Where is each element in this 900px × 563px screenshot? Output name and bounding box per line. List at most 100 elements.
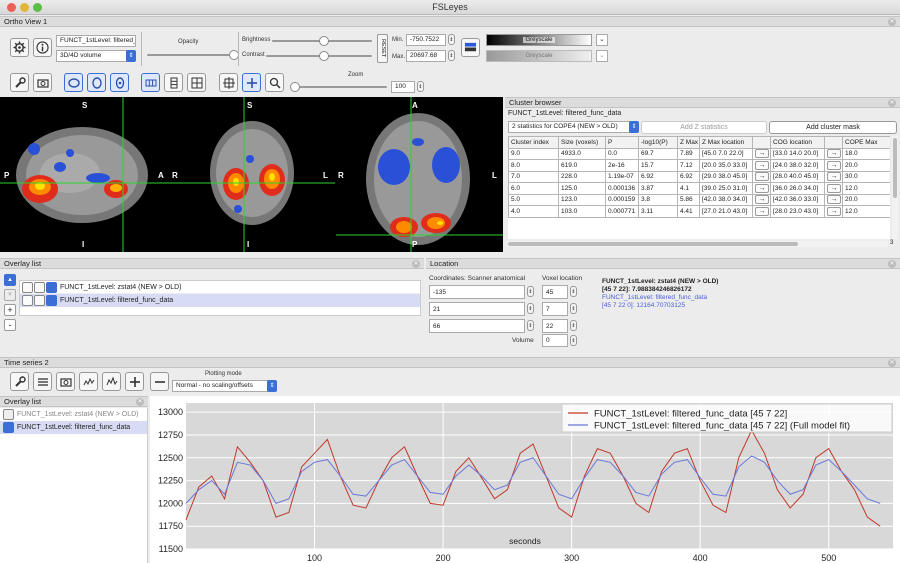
cluster-row[interactable]: 8.0 619.0 2e-16 15.7 7.12 [20.0 35.0 33.0] → [2… (508, 159, 890, 172)
zoom-slider[interactable] (295, 86, 387, 88)
cluster-col-header[interactable] (752, 136, 771, 149)
coronal-view[interactable] (170, 97, 335, 252)
cluster-row[interactable]: 7.0 228.0 1.19e-07 6.92 6.92 [29.0 38.0 45.0]… (508, 170, 890, 183)
close-window-button[interactable] (7, 3, 16, 12)
arrow-right-icon[interactable]: → (827, 183, 841, 193)
arrow-right-icon[interactable]: → (827, 195, 841, 205)
minimize-window-button[interactable] (20, 3, 29, 12)
arrow-right-icon[interactable]: → (755, 149, 769, 159)
cluster-row[interactable]: 4.0 103.0 0.000771 3.11 4.41 [27.0 21.0 43.0]… (508, 205, 890, 218)
goto-cog-cell[interactable]: → (824, 193, 843, 206)
cluster-col-header[interactable] (824, 136, 843, 149)
voxel-y-stepper[interactable]: ⇕ (570, 303, 577, 314)
volume-stepper[interactable]: ⇕ (570, 335, 577, 346)
coord-x-stepper[interactable]: ⇕ (527, 286, 534, 297)
add-cluster-mask-button[interactable]: Add cluster mask (769, 121, 897, 134)
magnifier-icon[interactable] (265, 73, 284, 92)
cluster-col-header[interactable]: Size (voxels) (558, 136, 606, 149)
add-series-icon[interactable] (125, 372, 144, 391)
overlay-list-close-icon[interactable]: ✕ (412, 260, 420, 268)
add-overlay-button[interactable]: + (4, 304, 16, 316)
opacity-slider[interactable] (147, 54, 231, 56)
eye-icon[interactable] (46, 281, 57, 293)
list-icon[interactable] (33, 372, 52, 391)
chevron-updown-icon[interactable]: ⇕ (126, 50, 136, 62)
arrow-right-icon[interactable]: → (827, 149, 841, 159)
chevron-down-icon[interactable]: ⌄ (596, 50, 608, 62)
goto-cog-cell[interactable]: → (824, 182, 843, 195)
plotting-mode-select[interactable]: Normal - no scaling/offsets (172, 380, 268, 392)
neg-colormap-select[interactable]: Greyscale (486, 50, 592, 62)
move-down-icon[interactable]: ▼ (4, 289, 16, 301)
plot-settings-icon[interactable] (79, 372, 98, 391)
axial-view[interactable] (336, 97, 503, 252)
arrow-right-icon[interactable]: → (755, 195, 769, 205)
chevron-updown-icon[interactable]: ⇕ (629, 121, 639, 133)
save-icon[interactable] (22, 294, 33, 306)
zoom-field[interactable]: 100 (391, 81, 415, 93)
brightness-slider-knob[interactable] (319, 36, 329, 46)
ortho-canvas[interactable]: S I P A S I R L A P R L (0, 97, 503, 252)
coronal-toggle-icon[interactable] (87, 73, 106, 92)
voxel-z-field[interactable]: 22 (542, 319, 568, 333)
save-icon[interactable] (22, 281, 33, 293)
goto-zmax-cell[interactable]: → (752, 182, 771, 195)
cluster-col-header[interactable]: COPE Max (842, 136, 890, 149)
eye-icon[interactable] (46, 294, 57, 306)
plus-cursor-icon[interactable] (242, 73, 261, 92)
sagittal-toggle-icon[interactable] (64, 73, 83, 92)
chevron-down-icon[interactable]: ⌄ (596, 34, 608, 46)
arrow-right-icon[interactable]: → (755, 172, 769, 182)
remove-overlay-button[interactable]: - (4, 319, 16, 331)
cluster-col-header[interactable]: COG location (770, 136, 825, 149)
cluster-col-header[interactable]: Z Max (677, 136, 700, 149)
max-field[interactable]: 20697.68 (406, 50, 446, 62)
arrow-right-icon[interactable]: → (755, 206, 769, 216)
ts-overlay-list-close-icon[interactable]: ✕ (136, 398, 144, 406)
ts-overlay-item[interactable]: FUNCT_1stLevel: filtered_func_data (0, 421, 147, 434)
coord-z-field[interactable]: 66 (429, 319, 525, 333)
min-field[interactable]: -750.7522 (406, 34, 446, 46)
colormap-select[interactable]: Greyscale (486, 34, 592, 46)
ts-overlay-item[interactable]: FUNCT_1stLevel: zstat4 (NEW > OLD) (0, 408, 147, 421)
add-z-statistics-button[interactable]: Add Z statistics (641, 121, 767, 134)
coord-y-field[interactable]: 21 (429, 302, 525, 316)
goto-cog-cell[interactable]: → (824, 205, 843, 218)
cluster-row[interactable]: 6.0 125.0 0.000136 3.87 4.1 [39.0 25.0 31.0] →… (508, 182, 890, 195)
voxel-y-field[interactable]: 7 (542, 302, 568, 316)
crosshair-icon[interactable] (219, 73, 238, 92)
voxel-x-stepper[interactable]: ⇕ (570, 286, 577, 297)
cluster-stat-select[interactable]: 2 statistics for COPE4 (NEW > OLD) (508, 121, 630, 133)
grid-layout-icon[interactable] (187, 73, 206, 92)
contrast-slider-knob[interactable] (319, 51, 329, 61)
wrench-icon[interactable] (10, 73, 29, 92)
colorbar-icon[interactable] (461, 38, 480, 57)
goto-zmax-cell[interactable]: → (752, 193, 771, 206)
timeseries-close-icon[interactable]: ✕ (888, 359, 896, 367)
camera-icon[interactable] (33, 73, 52, 92)
camera-icon[interactable] (56, 372, 75, 391)
cluster-vscrollbar[interactable] (892, 136, 898, 239)
overlay-list-item[interactable]: FUNCT_1stLevel: zstat4 (NEW > OLD) (20, 281, 420, 294)
cluster-row[interactable]: 5.0 123.0 0.000159 3.8 5.86 [42.0 38.0 34.0] →… (508, 193, 890, 206)
move-up-icon[interactable]: ▲ (4, 274, 16, 286)
goto-cog-cell[interactable]: → (824, 159, 843, 172)
timeseries-plot[interactable]: 11500 11750 12000 12250 12500 12750 13000 100 20… (150, 396, 900, 563)
wrench-icon[interactable] (10, 372, 29, 391)
arrow-right-icon[interactable]: → (827, 206, 841, 216)
goto-cog-cell[interactable]: → (824, 147, 843, 160)
zoom-stepper[interactable]: ⇕ (417, 81, 424, 92)
axial-toggle-icon[interactable] (110, 73, 129, 92)
overlay-name-field[interactable]: FUNCT_1stLevel: filtered_func_data (56, 35, 136, 47)
ortho-close-icon[interactable]: ✕ (888, 18, 896, 26)
volume-field[interactable]: 0 (542, 334, 568, 347)
gear-icon[interactable] (10, 38, 29, 57)
link-icon[interactable] (34, 294, 45, 306)
arrow-right-icon[interactable]: → (755, 183, 769, 193)
zoom-window-button[interactable] (33, 3, 42, 12)
horizontal-layout-icon[interactable] (141, 73, 160, 92)
cluster-col-header[interactable]: Cluster index (508, 136, 559, 149)
location-close-icon[interactable]: ✕ (888, 260, 896, 268)
coord-z-stepper[interactable]: ⇕ (527, 320, 534, 331)
eye-icon[interactable] (3, 421, 14, 433)
